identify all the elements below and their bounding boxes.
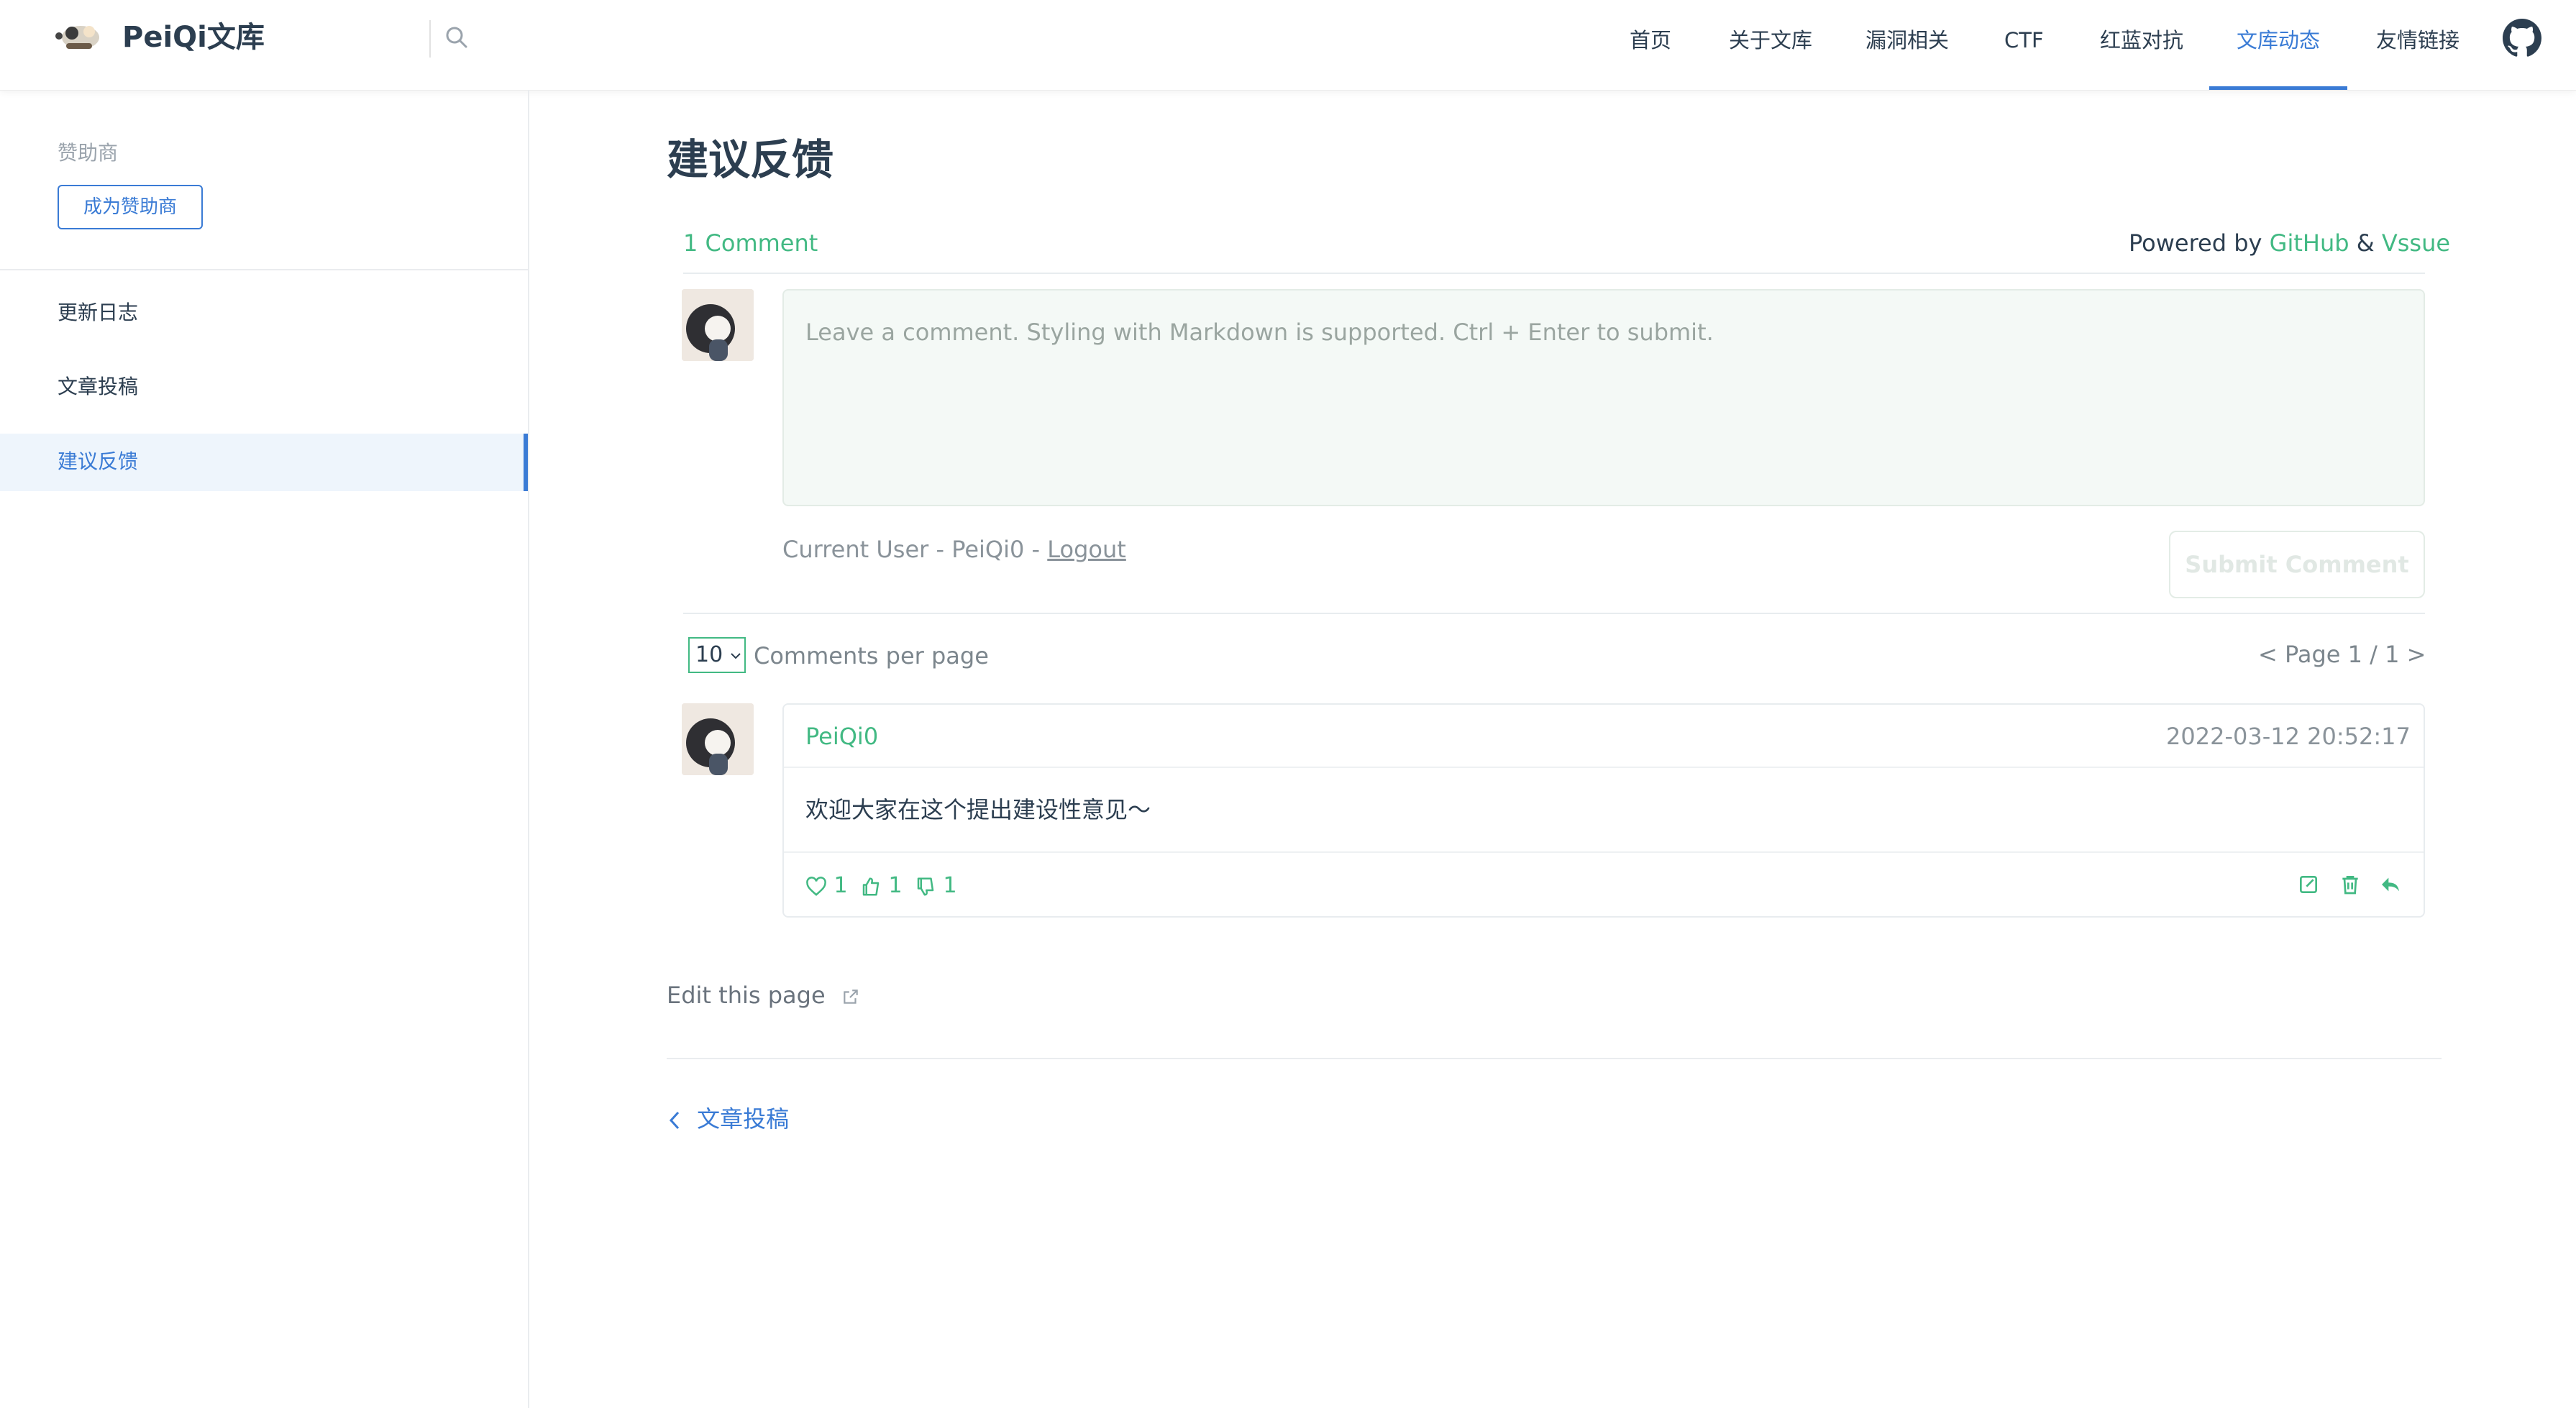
- pagination[interactable]: < Page 1 / 1 >: [2258, 639, 2426, 670]
- sidebar-divider: [0, 269, 528, 270]
- vssue-link[interactable]: Vssue: [2382, 229, 2450, 257]
- nav-about[interactable]: 关于文库: [1729, 26, 1812, 55]
- comment-header-divider: [784, 767, 2424, 768]
- site-title[interactable]: PeiQi文库: [122, 19, 265, 56]
- like-count: 1: [888, 873, 903, 898]
- comment-author-avatar: [682, 703, 754, 775]
- nav-ctf[interactable]: CTF: [2004, 26, 2044, 55]
- comment-author[interactable]: PeiQi0: [805, 721, 878, 752]
- sidebar-item-submission[interactable]: 文章投稿: [58, 372, 138, 401]
- reply-icon[interactable]: [2379, 873, 2402, 896]
- nav-links[interactable]: 友情链接: [2376, 26, 2459, 55]
- like-reaction[interactable]: 1: [860, 870, 903, 902]
- per-page-select[interactable]: 10: [688, 637, 746, 673]
- heart-count: 1: [833, 873, 848, 898]
- page-title: 建议反馈: [667, 135, 834, 184]
- thumbs-up-icon: [862, 877, 880, 895]
- powered-by-text: Powered by: [2129, 229, 2262, 257]
- github-icon[interactable]: [2503, 19, 2541, 58]
- nav-vulnerabilities[interactable]: 漏洞相关: [1865, 26, 1949, 55]
- sidebar-active-bar: [524, 434, 528, 491]
- chevron-down-icon: [731, 652, 741, 659]
- nav-red-blue[interactable]: 红蓝对抗: [2100, 26, 2183, 55]
- edit-page-link[interactable]: Edit this page: [667, 979, 860, 1011]
- sidebar-item-feedback[interactable]: 建议反馈: [58, 447, 138, 476]
- dislike-reaction[interactable]: 1: [915, 870, 957, 902]
- active-nav-indicator: [2209, 86, 2347, 90]
- prev-page-label: 文章投稿: [697, 1105, 790, 1133]
- site-logo[interactable]: [52, 16, 106, 59]
- comments-header-divider: [683, 273, 2425, 274]
- per-page-value: 10: [695, 642, 723, 667]
- chevron-left-icon: [669, 1111, 680, 1130]
- become-sponsor-button[interactable]: 成为赞助商: [58, 185, 203, 229]
- powered-by: Powered by GitHub & Vssue: [2129, 227, 2450, 259]
- page-footer-divider: [667, 1058, 2442, 1059]
- sidebar-item-changelog[interactable]: 更新日志: [58, 298, 138, 327]
- dislike-count: 1: [943, 873, 957, 898]
- comment-count: 1 Comment: [683, 229, 818, 257]
- nav-news[interactable]: 文库动态: [2237, 26, 2320, 55]
- logout-link[interactable]: Logout: [1047, 536, 1126, 563]
- search-icon[interactable]: [444, 24, 470, 50]
- top-navbar: PeiQi文库 首页 关于文库 漏洞相关 CTF 红蓝对抗 文库动态 友情链接: [0, 0, 2576, 91]
- current-user-text: Current User - PeiQi0 -: [782, 536, 1048, 563]
- heart-reaction[interactable]: 1: [805, 870, 848, 902]
- thumbs-down-icon: [917, 877, 934, 895]
- current-user-info: Current User - PeiQi0 - Logout: [782, 534, 1126, 565]
- github-link[interactable]: GitHub: [2270, 229, 2349, 257]
- comment-footer-divider: [784, 851, 2424, 853]
- delete-icon[interactable]: [2339, 873, 2362, 896]
- nav-home[interactable]: 首页: [1630, 26, 1671, 55]
- edit-page-text: Edit this page: [667, 982, 826, 1009]
- edit-icon[interactable]: [2297, 873, 2320, 896]
- comment-placeholder: Leave a comment. Styling with Markdown i…: [805, 319, 1714, 346]
- sidebar: 赞助商 成为赞助商 更新日志 文章投稿 建议反馈: [0, 90, 529, 1408]
- external-link-icon: [844, 989, 858, 1004]
- comments-divider: [683, 613, 2425, 614]
- comment-body: 欢迎大家在这个提出建设性意见～: [805, 796, 1151, 823]
- per-page-label: Comments per page: [754, 642, 989, 669]
- powered-by-amp: &: [2356, 229, 2375, 257]
- search-divider: [429, 20, 431, 58]
- submit-comment-button[interactable]: Submit Comment: [2169, 531, 2425, 598]
- current-user-avatar: [682, 289, 754, 361]
- heart-icon: [806, 876, 826, 896]
- comment-timestamp: 2022-03-12 20:52:17: [2166, 723, 2411, 750]
- sponsor-label: 赞助商: [58, 141, 119, 165]
- prev-page-link[interactable]: 文章投稿: [667, 1103, 789, 1135]
